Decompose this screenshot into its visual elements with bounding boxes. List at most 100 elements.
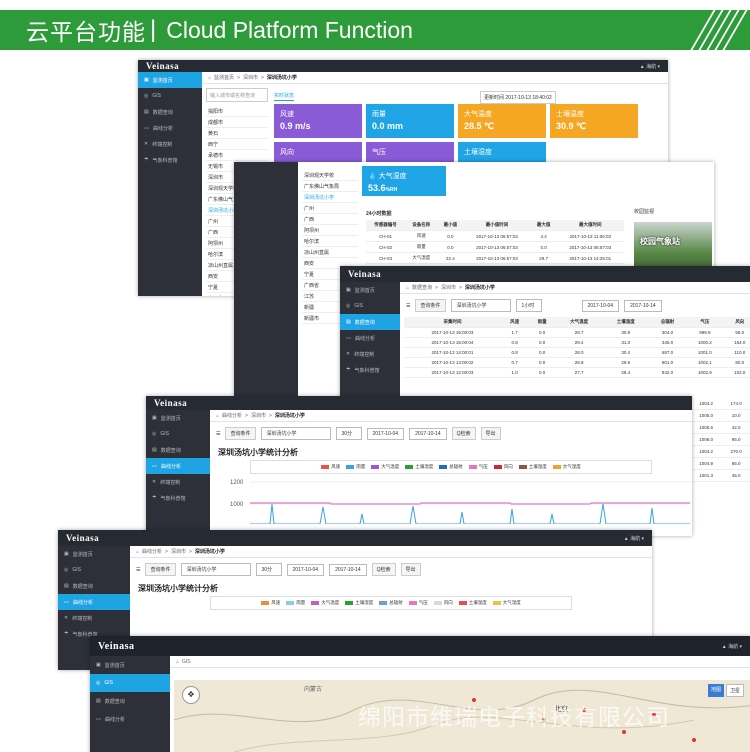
user-menu[interactable]: ▲ 海航 ▾ [640, 63, 660, 70]
breadcrumb-item[interactable]: 数据查询 [412, 284, 432, 291]
breadcrumb-item[interactable]: 深圳市 [243, 74, 258, 81]
sidebar-item[interactable]: ✕ 终端控制 [138, 136, 202, 152]
date-from-input[interactable]: 2017-10-04 [581, 299, 620, 312]
date-to-input[interactable]: 2017-10-14 [624, 299, 662, 312]
user-menu[interactable]: ▲ 海航 ▾ [722, 643, 742, 650]
sidebar-item[interactable]: ◎ GIS [146, 426, 210, 442]
tab-realtime[interactable]: 实时状态 [274, 92, 295, 101]
nav-icon: ☂ [144, 157, 149, 163]
site-select[interactable]: 深圳汤坑小学 [180, 563, 251, 576]
breadcrumb-item[interactable]: 曲线分析 [142, 548, 162, 555]
query-conditions-button[interactable]: 查询条件 [415, 299, 446, 312]
map-pan-control[interactable]: ✥ [182, 686, 200, 704]
export-button[interactable]: 导出 [480, 427, 501, 440]
sidebar-item[interactable]: ◎ GIS [340, 298, 400, 314]
interval-select[interactable]: 30分 [255, 563, 282, 576]
legend-item[interactable]: 大气温度 [311, 600, 339, 606]
city-list-item[interactable]: 揭阳市 [206, 106, 268, 117]
sidebar-item[interactable]: ▤ 数据查询 [138, 104, 202, 120]
station-marker[interactable] [692, 738, 696, 742]
legend-item[interactable]: 总辐射 [379, 600, 403, 606]
legend-item[interactable]: 土壤湿度 [405, 464, 433, 470]
legend-item[interactable]: 风向 [493, 464, 513, 470]
sidebar-item[interactable]: 〰曲线分析 [58, 594, 130, 610]
sidebar-item[interactable]: ✕ 终端控制 [146, 474, 210, 490]
site-select[interactable]: 深圳汤坑小学 [450, 299, 511, 312]
legend-item[interactable]: 气压 [408, 600, 428, 606]
sidebar-item[interactable]: ☂ 气象科普馆 [138, 152, 202, 168]
city-list-item[interactable]: 广东佛山气象局 [302, 181, 358, 192]
sidebar-item[interactable]: ◎ GIS [58, 562, 130, 578]
sidebar-item[interactable]: 〰曲线分析 [340, 330, 400, 346]
legend-item[interactable]: 雨量 [346, 464, 365, 470]
chart-title: 深圳汤坑小学统计分析 [138, 584, 218, 593]
city-search-input[interactable]: 输入城市或名称查询 [206, 88, 268, 102]
sidebar-item[interactable]: ▣ 监测首页 [138, 72, 202, 88]
sidebar-item[interactable]: ▣ 监测首页 [58, 546, 130, 562]
sidebar-item[interactable]: ◎ GIS [90, 674, 170, 692]
legend-item[interactable]: 大气湿度 [492, 600, 521, 606]
interval-select[interactable]: 30分 [335, 427, 362, 440]
city-list-item[interactable]: 阿坝州 [302, 225, 358, 236]
date-to-input[interactable]: 2017-10-14 [409, 427, 447, 440]
search-button[interactable]: Q检索 [451, 427, 476, 440]
user-menu[interactable]: ▲ 海航 ▾ [624, 535, 644, 542]
map-type-satellite-button[interactable]: 卫星 [725, 684, 744, 697]
menu-icon[interactable]: ☰ [216, 431, 220, 437]
sidebar-item[interactable]: ▤ 数据查询 [146, 442, 210, 458]
sidebar-item[interactable]: ▤ 数据查询 [90, 692, 170, 710]
interval-select[interactable]: 1小时 [515, 299, 542, 312]
legend-item[interactable]: 总辐射 [439, 464, 463, 470]
city-list-item[interactable]: 广州 [302, 203, 358, 214]
query-conditions-button[interactable]: 查询条件 [225, 427, 256, 440]
city-list-item[interactable]: 黄石 [206, 128, 268, 139]
breadcrumb-item[interactable]: 深圳市 [441, 284, 456, 291]
legend-item[interactable]: 大气湿度 [552, 464, 581, 470]
legend-item[interactable]: 大气温度 [371, 464, 399, 470]
search-button[interactable]: Q检索 [371, 563, 396, 576]
city-list-item[interactable]: 广西 [302, 214, 358, 225]
sidebar-item[interactable]: ▣ 监测首页 [146, 410, 210, 426]
sidebar-item[interactable]: 〰曲线分析 [138, 120, 202, 136]
menu-icon[interactable]: ☰ [406, 303, 410, 309]
legend-item[interactable]: 风速 [321, 464, 340, 470]
sidebar-item[interactable]: ✕ 终端控制 [58, 610, 130, 626]
breadcrumb-item[interactable]: 深圳市 [251, 412, 266, 419]
sidebar-item[interactable]: ✕ 终端控制 [340, 346, 400, 362]
city-list-item[interactable]: 凉山州直属 [302, 247, 358, 258]
breadcrumb-item[interactable]: 监测首页 [214, 74, 234, 81]
sidebar-item[interactable]: ▤ 数据查询 [58, 578, 130, 594]
sidebar-item[interactable]: ☂ 气象科普馆 [146, 490, 210, 506]
menu-icon[interactable]: ☰ [136, 567, 140, 573]
city-list-item[interactable]: 承德市 [206, 150, 268, 161]
sidebar-item[interactable]: 〰曲线分析 [146, 458, 210, 474]
sidebar-item[interactable]: ☂ 气象科普馆 [340, 362, 400, 378]
legend-item[interactable]: 风速 [261, 600, 280, 606]
legend-item[interactable]: 风向 [433, 600, 453, 606]
date-from-input[interactable]: 2017-10-04 [366, 427, 405, 440]
city-list-item[interactable]: 深圳汤坑小学 [302, 192, 358, 203]
legend-item[interactable]: 土壤湿度 [345, 600, 373, 606]
sidebar-item[interactable]: 〰曲线分析 [90, 710, 170, 728]
query-conditions-button[interactable]: 查询条件 [145, 563, 176, 576]
sidebar-item[interactable]: ▤ 数据查询 [340, 314, 400, 330]
city-list-item[interactable]: 成都市 [206, 117, 268, 128]
breadcrumb-item[interactable]: 深圳市 [171, 548, 186, 555]
legend-item[interactable]: 土壤温度 [518, 464, 547, 470]
city-list-item[interactable]: 深圳观天学校 [302, 170, 358, 181]
date-from-input[interactable]: 2017-10-04 [286, 563, 325, 576]
map-type-map-button[interactable]: 地图 [707, 684, 724, 697]
legend-item[interactable]: 气压 [468, 464, 488, 470]
city-list-item[interactable]: 哈尔滨 [302, 236, 358, 247]
breadcrumb-item[interactable]: 曲线分析 [222, 412, 242, 419]
site-select[interactable]: 深圳汤坑小学 [260, 427, 331, 440]
legend-item[interactable]: 土壤温度 [458, 600, 487, 606]
date-to-input[interactable]: 2017-10-14 [329, 563, 367, 576]
campus-camera-photo[interactable]: 校园气象站 [634, 222, 712, 272]
export-button[interactable]: 导出 [400, 563, 421, 576]
city-list-item[interactable]: 西宁 [206, 139, 268, 150]
sidebar-item[interactable]: ◎ GIS [138, 88, 202, 104]
sidebar-item[interactable]: ▣ 监测首页 [90, 656, 170, 674]
sidebar-item[interactable]: ▣ 监测首页 [340, 282, 400, 298]
legend-item[interactable]: 雨量 [286, 600, 305, 606]
